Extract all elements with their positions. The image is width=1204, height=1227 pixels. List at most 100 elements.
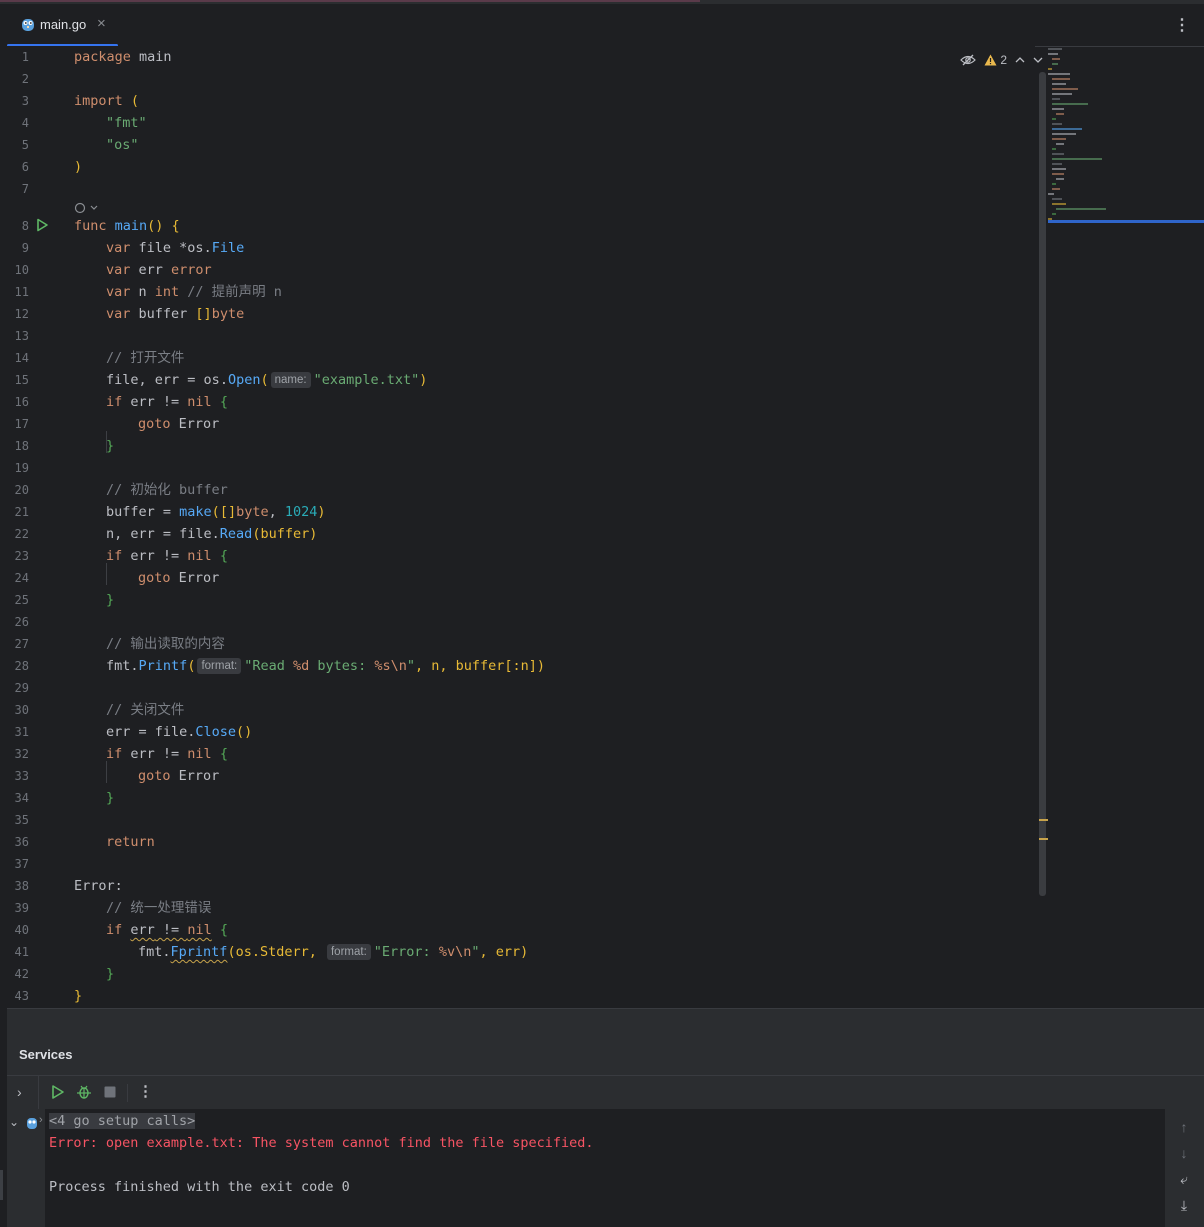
- debug-icon[interactable]: [76, 1084, 92, 1100]
- line-number-gutter: 1 2 3 4 5 6 7 8 9 10 11 12 13 14 15 16 17 18 19 20 21 22 23 24 2…: [7, 46, 71, 1008]
- line-number: 3: [21, 94, 29, 108]
- code-editor[interactable]: 1 2 3 4 5 6 7 8 9 10 11 12 13 14 15 16 17 18 19 20 21 22 23 24 2…: [7, 46, 1043, 1008]
- minimap-line: [1056, 208, 1106, 210]
- minimap-line: [1048, 68, 1052, 70]
- line-number: 36: [14, 835, 29, 849]
- line-number: 11: [14, 285, 29, 299]
- minimap-line: [1056, 143, 1064, 145]
- minimap-line: [1052, 148, 1056, 150]
- parameter-hint: format:: [197, 658, 242, 674]
- console-side-toolbar: ↑ ↓ ⤶ ⤓: [1165, 1109, 1204, 1227]
- code-line-10: var err error: [106, 262, 212, 278]
- minimap-line: [1052, 183, 1056, 185]
- code-line-39: // 统一处理错误: [106, 900, 212, 916]
- side-strip: [0, 1170, 3, 1200]
- minimap-line: [1052, 173, 1064, 175]
- minimap-line: [1052, 163, 1062, 165]
- line-number: 6: [21, 160, 29, 174]
- code-line-40: if err != nil {: [106, 922, 228, 938]
- chevron-right-small-icon[interactable]: ›: [39, 1114, 43, 1126]
- console-collapsed-calls[interactable]: <4 go setup calls>: [49, 1110, 196, 1132]
- more-options-icon[interactable]: ⋮: [138, 1082, 154, 1100]
- code-line-22: n, err = file.Read(buffer): [106, 526, 318, 542]
- code-line-8: func main() {: [74, 218, 180, 234]
- minimap-viewport[interactable]: [1048, 220, 1204, 223]
- code-line-3: import (: [74, 93, 140, 109]
- line-number: 23: [14, 549, 29, 563]
- console-exit-line: Process finished with the exit code 0: [49, 1179, 350, 1195]
- minimap-line: [1052, 103, 1088, 105]
- line-number: 9: [21, 241, 29, 255]
- minimap-line: [1052, 153, 1064, 155]
- tab-main-go[interactable]: main.go ×: [7, 4, 118, 47]
- minimap-line: [1052, 108, 1064, 110]
- minimap-line: [1052, 123, 1062, 125]
- arrow-down-icon[interactable]: ↓: [1176, 1145, 1192, 1161]
- code-line-11: var n int // 提前声明 n: [106, 284, 282, 300]
- minimap-line: [1052, 188, 1060, 190]
- close-icon[interactable]: ×: [97, 15, 106, 32]
- stop-icon[interactable]: [102, 1084, 118, 1100]
- code-line-41: fmt.Fprintf(os.Stderr, format: "Error: %v…: [138, 944, 529, 960]
- services-title: Services: [19, 1047, 73, 1062]
- line-number: 30: [14, 703, 29, 717]
- warning-stripe-marker[interactable]: [1039, 819, 1048, 821]
- line-number: 31: [14, 725, 29, 739]
- line-number: 40: [14, 923, 29, 937]
- line-number: 21: [14, 505, 29, 519]
- code-line-36: return: [106, 834, 155, 850]
- code-line-42: }: [106, 966, 115, 982]
- chevron-right-icon[interactable]: ›: [17, 1084, 22, 1100]
- minimap-line: [1052, 88, 1078, 90]
- run-gutter-icon[interactable]: [35, 218, 49, 232]
- code-line-21: buffer = make([]byte, 1024): [106, 504, 326, 520]
- toolbar-divider: [38, 1076, 39, 1110]
- code-vision-icon[interactable]: [74, 202, 98, 214]
- editor-tab-bar: main.go × ⋮: [7, 4, 1204, 47]
- line-number: 33: [14, 769, 29, 783]
- line-number: 1: [21, 50, 29, 64]
- code-line-32: if err != nil {: [106, 746, 228, 762]
- panel-splitter[interactable]: [7, 1008, 1204, 1036]
- code-line-6: ): [74, 159, 83, 175]
- code-minimap[interactable]: [1036, 46, 1204, 224]
- code-line-23: if err != nil {: [106, 548, 228, 564]
- minimap-line: [1052, 63, 1058, 65]
- tab-options-menu-icon[interactable]: ⋮: [1174, 15, 1190, 35]
- code-line-20: // 初始化 buffer: [106, 482, 228, 498]
- minimap-line: [1052, 158, 1102, 160]
- minimap-line: [1048, 48, 1062, 50]
- code-line-18: }: [106, 438, 115, 454]
- line-number: 20: [14, 483, 29, 497]
- line-number: 19: [14, 461, 29, 475]
- scroll-to-end-icon[interactable]: ⤓: [1176, 1197, 1192, 1213]
- console-error-line: Error: open example.txt: The system cann…: [49, 1135, 594, 1151]
- minimap-line: [1056, 178, 1064, 180]
- code-area[interactable]: package main import ( "fmt" "os" ) func …: [74, 46, 1034, 1008]
- line-number: 42: [14, 967, 29, 981]
- chevron-down-icon[interactable]: ⌄: [9, 1115, 19, 1129]
- minimap-line: [1052, 213, 1056, 215]
- soft-wrap-icon[interactable]: ⤶: [1176, 1171, 1192, 1187]
- go-service-icon[interactable]: [26, 1117, 38, 1130]
- code-line-14: // 打开文件: [106, 350, 185, 366]
- minimap-line: [1048, 193, 1054, 195]
- line-number: 34: [14, 791, 29, 805]
- minimap-line: [1052, 128, 1082, 130]
- code-line-5: "os": [106, 137, 139, 153]
- editor-vertical-scrollbar[interactable]: [1039, 72, 1048, 896]
- minimap-line: [1052, 98, 1060, 100]
- minimap-line: [1052, 93, 1072, 95]
- code-line-25: }: [106, 592, 115, 608]
- run-icon[interactable]: [50, 1084, 66, 1100]
- parameter-hint: name:: [270, 372, 311, 388]
- console-output[interactable]: ⌄ › <4 go setup calls> Error: open examp…: [7, 1109, 1204, 1227]
- warning-stripe-marker[interactable]: [1039, 838, 1048, 840]
- minimap-line: [1052, 168, 1066, 170]
- code-line-38: Error:: [74, 878, 123, 894]
- minimap-line: [1052, 138, 1066, 140]
- line-number: 4: [21, 116, 29, 130]
- code-line-1: package main: [74, 49, 172, 65]
- arrow-up-icon[interactable]: ↑: [1176, 1119, 1192, 1135]
- code-line-17: goto Error: [138, 416, 220, 432]
